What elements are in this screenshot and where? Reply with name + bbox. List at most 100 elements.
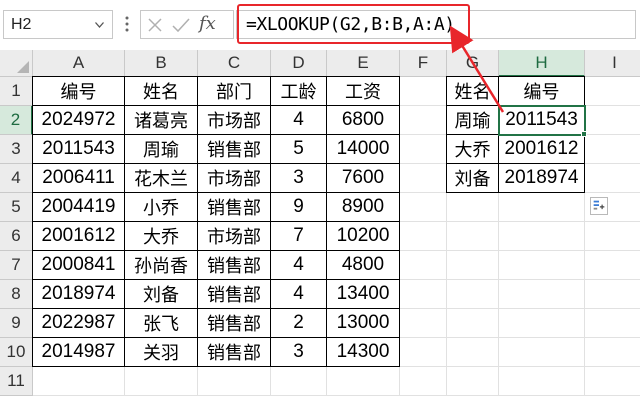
cell[interactable] — [585, 106, 640, 135]
table-data-cell[interactable]: 2000841 — [33, 251, 125, 280]
table-data-cell[interactable]: 4800 — [327, 251, 400, 280]
table-data-cell[interactable]: 4 — [271, 280, 327, 309]
cell[interactable] — [585, 338, 640, 367]
cell[interactable] — [447, 367, 499, 396]
table-data-cell[interactable]: 2004419 — [33, 193, 125, 222]
name-box[interactable]: H2 — [3, 10, 113, 39]
lookup-header-cell[interactable]: 姓名 — [447, 77, 499, 106]
cell[interactable] — [499, 309, 585, 338]
column-header-d[interactable]: D — [271, 50, 327, 77]
table-data-cell[interactable]: 花木兰 — [125, 164, 198, 193]
cell[interactable] — [499, 222, 585, 251]
cell[interactable] — [447, 309, 499, 338]
lookup-data-cell[interactable]: 刘备 — [447, 164, 499, 193]
cell[interactable] — [585, 135, 640, 164]
cell[interactable] — [33, 367, 125, 396]
row-header-7[interactable]: 7 — [0, 251, 33, 280]
cell[interactable] — [499, 367, 585, 396]
table-data-cell[interactable]: 市场部 — [198, 222, 271, 251]
table-data-cell[interactable]: 刘备 — [125, 280, 198, 309]
table-data-cell[interactable]: 3 — [271, 338, 327, 367]
column-header-f[interactable]: F — [400, 50, 447, 77]
table-data-cell[interactable]: 销售部 — [198, 280, 271, 309]
cell[interactable] — [585, 309, 640, 338]
lookup-data-cell[interactable]: 周瑜 — [447, 106, 499, 135]
row-header-8[interactable]: 8 — [0, 280, 33, 309]
cell[interactable] — [585, 251, 640, 280]
lookup-data-cell[interactable]: 大乔 — [447, 135, 499, 164]
cell[interactable] — [499, 193, 585, 222]
fx-icon[interactable]: fx — [199, 13, 216, 34]
cell[interactable] — [125, 367, 198, 396]
table-data-cell[interactable]: 4 — [271, 106, 327, 135]
cell[interactable] — [271, 367, 327, 396]
table-data-cell[interactable]: 4 — [271, 251, 327, 280]
column-header-g[interactable]: G — [447, 50, 499, 77]
table-data-cell[interactable]: 13000 — [327, 309, 400, 338]
cell[interactable] — [400, 309, 447, 338]
table-data-cell[interactable]: 小乔 — [125, 193, 198, 222]
cell[interactable] — [400, 251, 447, 280]
row-header-4[interactable]: 4 — [0, 164, 33, 193]
table-data-cell[interactable]: 2 — [271, 309, 327, 338]
table-data-cell[interactable]: 张飞 — [125, 309, 198, 338]
table-header-cell[interactable]: 姓名 — [125, 77, 198, 106]
cell[interactable] — [400, 367, 447, 396]
table-data-cell[interactable]: 大乔 — [125, 222, 198, 251]
cell[interactable] — [585, 77, 640, 106]
cell[interactable] — [327, 367, 400, 396]
cell[interactable] — [400, 280, 447, 309]
cell[interactable] — [198, 367, 271, 396]
row-header-10[interactable]: 10 — [0, 338, 33, 367]
cell[interactable] — [400, 338, 447, 367]
table-data-cell[interactable]: 2024972 — [33, 106, 125, 135]
select-all-corner[interactable] — [0, 50, 33, 77]
table-data-cell[interactable]: 市场部 — [198, 106, 271, 135]
table-data-cell[interactable]: 7600 — [327, 164, 400, 193]
table-data-cell[interactable]: 5 — [271, 135, 327, 164]
lookup-header-cell[interactable]: 编号 — [499, 77, 585, 106]
column-header-e[interactable]: E — [327, 50, 400, 77]
cell[interactable] — [585, 164, 640, 193]
cell[interactable] — [447, 280, 499, 309]
row-header-6[interactable]: 6 — [0, 222, 33, 251]
table-data-cell[interactable]: 3 — [271, 164, 327, 193]
cell[interactable] — [585, 280, 640, 309]
table-data-cell[interactable]: 14300 — [327, 338, 400, 367]
row-header-11[interactable]: 11 — [0, 367, 33, 396]
table-data-cell[interactable]: 2022987 — [33, 309, 125, 338]
row-header-1[interactable]: 1 — [0, 77, 33, 106]
enter-icon[interactable] — [172, 17, 190, 33]
column-header-a[interactable]: A — [33, 50, 125, 77]
cell[interactable] — [400, 77, 447, 106]
cell[interactable] — [447, 338, 499, 367]
table-data-cell[interactable]: 8900 — [327, 193, 400, 222]
table-data-cell[interactable]: 2001612 — [33, 222, 125, 251]
table-data-cell[interactable]: 销售部 — [198, 251, 271, 280]
cell[interactable] — [400, 193, 447, 222]
formula-text[interactable]: =XLOOKUP(G2,B:B,A:A) — [246, 14, 455, 35]
table-data-cell[interactable]: 9 — [271, 193, 327, 222]
table-data-cell[interactable]: 销售部 — [198, 135, 271, 164]
table-data-cell[interactable]: 2011543 — [33, 135, 125, 164]
cell[interactable] — [447, 193, 499, 222]
row-header-3[interactable]: 3 — [0, 135, 33, 164]
cell[interactable] — [585, 222, 640, 251]
fill-handle[interactable] — [581, 131, 587, 137]
table-data-cell[interactable]: 诸葛亮 — [125, 106, 198, 135]
cell[interactable] — [499, 338, 585, 367]
table-data-cell[interactable]: 6800 — [327, 106, 400, 135]
cell[interactable] — [400, 135, 447, 164]
table-data-cell[interactable]: 13400 — [327, 280, 400, 309]
table-data-cell[interactable]: 销售部 — [198, 309, 271, 338]
table-data-cell[interactable]: 销售部 — [198, 338, 271, 367]
quick-analysis-icon[interactable] — [590, 197, 608, 215]
table-header-cell[interactable]: 工龄 — [271, 77, 327, 106]
lookup-data-cell[interactable]: 2001612 — [499, 135, 585, 164]
cell[interactable] — [400, 222, 447, 251]
column-header-c[interactable]: C — [198, 50, 271, 77]
worksheet-grid[interactable]: A B C D E F G H I 1 2 3 4 5 6 7 8 9 10 11 编号 姓名 部门 工龄 工资 2024972 诸… — [0, 50, 640, 403]
table-data-cell[interactable]: 2018974 — [33, 280, 125, 309]
table-header-cell[interactable]: 编号 — [33, 77, 125, 106]
cell[interactable] — [447, 222, 499, 251]
